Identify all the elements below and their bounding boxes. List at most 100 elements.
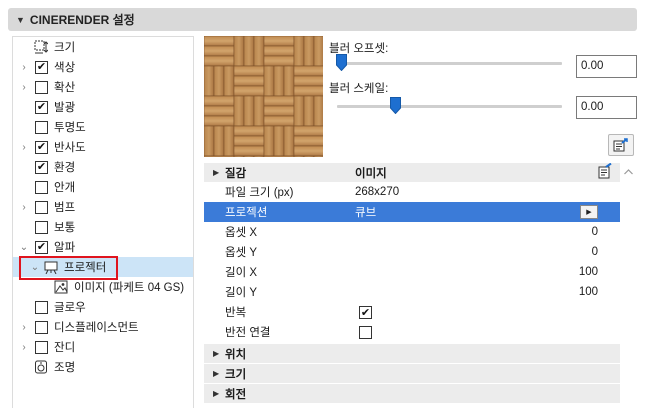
- tree-checkbox[interactable]: ✔: [35, 60, 48, 74]
- tree-item[interactable]: › 범프: [13, 197, 193, 217]
- expand-triangle-icon[interactable]: ▶: [213, 389, 219, 398]
- prop-row-offset-x[interactable]: 옵셋 X 0: [204, 222, 620, 242]
- mirror-checkbox[interactable]: [359, 325, 372, 339]
- channel-tree[interactable]: 크기 › ✔ 색상 › 확산 ✔ 발광 투명도 › ✔ 반사도 ✔ 환경 안개 › 범프 보통 ⌄ ✔ 알파 ⌄ 프로젝터 이…: [12, 36, 194, 408]
- tree-checkbox[interactable]: ✔: [35, 240, 48, 254]
- tree-checkbox[interactable]: ✔: [35, 160, 48, 174]
- group-size[interactable]: ▶ 크기: [204, 363, 620, 383]
- prop-key: 프로젝션: [225, 207, 268, 219]
- prop-value[interactable]: 100: [579, 286, 598, 298]
- expand-triangle-icon[interactable]: ▶: [213, 168, 219, 177]
- section-title: CINERENDER 설정: [29, 13, 135, 27]
- group-texture-value: 이미지: [355, 167, 387, 180]
- tree-checkbox[interactable]: [35, 120, 48, 134]
- tree-item-label: 투명도: [54, 122, 86, 134]
- tree-checkbox[interactable]: ✔: [35, 100, 48, 114]
- tree-item-label: 크기: [54, 42, 76, 54]
- tree-item-label: 글로우: [54, 302, 86, 314]
- tree-item[interactable]: 이미지 (파케트 04 GS): [13, 277, 193, 297]
- tree-item-label: 알파: [54, 242, 76, 254]
- panel-settings-icon[interactable]: [597, 163, 613, 179]
- tree-item-label: 디스플레이스먼트: [54, 322, 139, 334]
- tree-item-label: 조명: [54, 362, 76, 374]
- prop-value: 큐브: [355, 207, 377, 219]
- property-panel[interactable]: ▶ 질감 이미지 파일 크기 (px) 268x270 프로젝션 큐브 ▶ 옵셋…: [204, 162, 620, 408]
- chevron-right-icon[interactable]: ›: [19, 202, 29, 213]
- prop-key: 길이 Y: [225, 287, 258, 299]
- prop-row-length-y[interactable]: 길이 Y 100: [204, 282, 620, 302]
- tree-item[interactable]: 안개: [13, 177, 193, 197]
- tree-item[interactable]: › 잔디: [13, 337, 193, 357]
- tree-item[interactable]: 글로우: [13, 297, 193, 317]
- tree-item-label: 반사도: [54, 142, 86, 154]
- tree-checkbox[interactable]: [35, 180, 48, 194]
- texture-thumbnail: [204, 36, 323, 157]
- prop-row-offset-y[interactable]: 옵셋 Y 0: [204, 242, 620, 262]
- blur-offset-track[interactable]: [337, 62, 562, 65]
- blur-offset-slider[interactable]: [336, 54, 347, 71]
- tree-item[interactable]: 조명: [13, 357, 193, 377]
- tree-checkbox[interactable]: [35, 300, 48, 314]
- tree-item-label: 범프: [54, 202, 76, 214]
- prop-value[interactable]: 0: [592, 246, 598, 258]
- prop-key: 옵셋 X: [225, 227, 258, 239]
- expand-triangle-icon[interactable]: ▶: [213, 349, 219, 358]
- tree-item[interactable]: ✔ 환경: [13, 157, 193, 177]
- highlight-box: [19, 256, 118, 280]
- light-icon: [35, 360, 47, 374]
- tree-item-label: 안개: [54, 182, 76, 194]
- tree-item[interactable]: › ✔ 반사도: [13, 137, 193, 157]
- tree-item[interactable]: › 확산: [13, 77, 193, 97]
- pin-button[interactable]: [608, 134, 634, 156]
- group-position[interactable]: ▶ 위치: [204, 343, 620, 363]
- section-header[interactable]: ▼ CINERENDER 설정: [8, 8, 637, 31]
- tree-checkbox[interactable]: [35, 200, 48, 214]
- tree-item[interactable]: › ✔ 색상: [13, 57, 193, 77]
- blur-offset-field[interactable]: 0.00: [576, 55, 637, 78]
- prop-value[interactable]: 0: [592, 226, 598, 238]
- group-texture[interactable]: ▶ 질감 이미지: [204, 162, 620, 182]
- prop-row-projection[interactable]: 프로젝션 큐브 ▶: [204, 202, 620, 222]
- tree-checkbox[interactable]: [35, 220, 48, 234]
- blur-scale-field[interactable]: 0.00: [576, 96, 637, 119]
- tree-item[interactable]: › 디스플레이스먼트: [13, 317, 193, 337]
- prop-value[interactable]: 100: [579, 266, 598, 278]
- prop-row-file-size[interactable]: 파일 크기 (px) 268x270: [204, 182, 620, 202]
- tree-item-label: 잔디: [54, 342, 76, 354]
- group-texture-title: 질감: [225, 167, 247, 180]
- blur-scale-label: 블러 스케일:: [329, 83, 389, 95]
- repeat-checkbox[interactable]: ✔: [359, 305, 372, 319]
- projection-dropdown-button[interactable]: ▶: [580, 205, 598, 219]
- chevron-right-icon[interactable]: ›: [19, 342, 29, 353]
- pin-icon: [613, 138, 628, 152]
- group-position-title: 위치: [225, 348, 247, 361]
- chevron-down-icon[interactable]: ⌄: [19, 242, 29, 253]
- image-icon: [54, 280, 68, 294]
- chevron-right-icon[interactable]: ›: [19, 322, 29, 333]
- tree-checkbox[interactable]: [35, 80, 48, 94]
- vertical-scrollbar[interactable]: [620, 162, 637, 408]
- tree-item[interactable]: ⌄ ✔ 알파: [13, 237, 193, 257]
- tree-checkbox[interactable]: [35, 340, 48, 354]
- prop-row-length-x[interactable]: 길이 X 100: [204, 262, 620, 282]
- tree-item[interactable]: 크기: [13, 37, 193, 57]
- prop-row-mirror[interactable]: 반전 연결: [204, 322, 620, 342]
- prop-row-repeat[interactable]: 반복 ✔: [204, 302, 620, 322]
- tree-item[interactable]: 투명도: [13, 117, 193, 137]
- chevron-right-icon[interactable]: ›: [19, 62, 29, 73]
- prop-key: 옵셋 Y: [225, 247, 258, 259]
- tree-item-label: 환경: [54, 162, 76, 174]
- chevron-right-icon[interactable]: ›: [19, 82, 29, 93]
- collapse-triangle-icon[interactable]: ▼: [16, 15, 25, 25]
- tree-item[interactable]: ✔ 발광: [13, 97, 193, 117]
- group-rotation[interactable]: ▶ 회전: [204, 383, 620, 403]
- scroll-up-icon[interactable]: [620, 166, 637, 178]
- tree-item[interactable]: 보통: [13, 217, 193, 237]
- blur-scale-track[interactable]: [337, 105, 562, 108]
- tree-checkbox[interactable]: ✔: [35, 140, 48, 154]
- chevron-right-icon[interactable]: ›: [19, 142, 29, 153]
- expand-triangle-icon[interactable]: ▶: [213, 369, 219, 378]
- tree-item-label: 보통: [54, 222, 76, 234]
- tree-checkbox[interactable]: [35, 320, 48, 334]
- blur-scale-slider[interactable]: [390, 97, 401, 114]
